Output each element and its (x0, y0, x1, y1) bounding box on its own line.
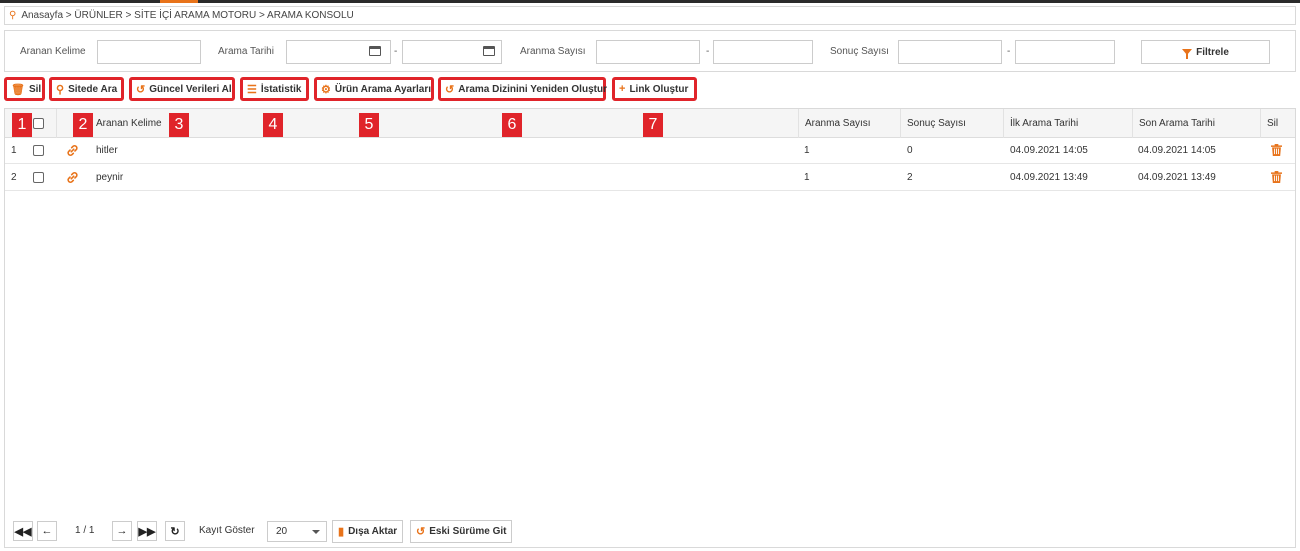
refresh-icon: ↺ (136, 83, 146, 96)
next-page-icon[interactable]: → (112, 521, 132, 541)
keyword-cell: peynir (96, 172, 124, 183)
product-search-settings-button-label: Ürün Arama Ayarları (334, 83, 432, 95)
row-number: 2 (11, 172, 17, 183)
result-count-filter-label: Sonuç Sayısı (830, 46, 889, 57)
refresh-data-button-label: Güncel Verileri Al (149, 83, 232, 95)
top-bar-accent (160, 0, 198, 3)
location-pin-icon: ⚲ (9, 10, 17, 21)
last-page-icon[interactable]: ▶▶ (137, 521, 157, 541)
search-icon: ⚲ (56, 83, 65, 96)
search-count-cell: 1 (804, 145, 810, 156)
search-count-cell: 1 (804, 172, 810, 183)
prev-page-icon[interactable]: ← (37, 521, 57, 541)
link-icon[interactable] (66, 171, 79, 184)
delete-button[interactable]: 🗑 Sil (4, 77, 45, 101)
filter-panel: Aranan Kelime Arama Tarihi - Aranma Sayı… (4, 30, 1296, 72)
create-link-button[interactable]: + Link Oluştur (612, 77, 697, 101)
annotation-badge-3: 3 (169, 113, 189, 137)
first-date-cell: 04.09.2021 13:49 (1010, 172, 1088, 183)
undo-icon: ↺ (416, 526, 426, 538)
annotation-badge-5: 5 (359, 113, 379, 137)
trash-icon[interactable] (1271, 171, 1282, 183)
gear-icon: ⚙ (321, 83, 331, 96)
last-date-cell: 04.09.2021 13:49 (1138, 172, 1216, 183)
rebuild-index-button-label: Arama Dizinini Yeniden Oluştur (458, 83, 607, 95)
chevron-down-icon (312, 530, 320, 534)
annotation-badge-7: 7 (643, 113, 663, 137)
result-count-from-input[interactable] (898, 40, 1002, 64)
search-count-from-input[interactable] (596, 40, 700, 64)
search-count-range-separator: - (706, 46, 710, 57)
result-count-cell: 0 (907, 145, 913, 156)
header-last-date[interactable]: Son Arama Tarihi (1132, 109, 1260, 138)
export-button-label: Dışa Aktar (348, 526, 398, 537)
header-first-date[interactable]: İlk Arama Tarihi (1003, 109, 1131, 138)
filter-button-label: Filtrele (1196, 46, 1229, 58)
keyword-filter-label: Aranan Kelime (20, 46, 86, 57)
first-page-icon[interactable]: ◀◀ (13, 521, 33, 541)
export-button[interactable]: ▮ Dışa Aktar (332, 520, 404, 543)
row-number: 1 (11, 145, 17, 156)
annotation-badge-1: 1 (12, 113, 32, 137)
breadcrumb: ⚲ Anasayfa > ÜRÜNLER > SİTE İÇİ ARAMA MO… (4, 6, 1296, 25)
refresh-icon: ↺ (445, 83, 455, 96)
last-date-cell: 04.09.2021 14:05 (1138, 145, 1216, 156)
old-version-button-label: Eski Sürüme Git (429, 526, 507, 537)
table-row[interactable]: 1 hitler 1 0 04.09.2021 14:05 04.09.2021… (5, 138, 1295, 164)
reload-icon[interactable]: ↻ (165, 521, 185, 541)
link-icon[interactable] (66, 144, 79, 157)
first-date-cell: 04.09.2021 14:05 (1010, 145, 1088, 156)
keyword-cell: hitler (96, 145, 118, 156)
date-filter-label: Arama Tarihi (218, 46, 274, 57)
search-console-grid: Aranan Kelime Aranma Sayısı Sonuç Sayısı… (4, 108, 1296, 548)
statistics-button-label: İstatistik (260, 83, 302, 95)
annotation-badge-4: 4 (263, 113, 283, 137)
annotation-badge-2: 2 (73, 113, 93, 137)
refresh-data-button[interactable]: ↺ Güncel Verileri Al (129, 77, 235, 101)
site-search-button-label: Sitede Ara (68, 83, 118, 95)
list-icon: ☰ (247, 83, 257, 96)
page-size-select[interactable]: 20 (267, 521, 327, 542)
create-link-button-label: Link Oluştur (629, 83, 689, 95)
calendar-icon[interactable] (369, 46, 381, 56)
calendar-icon[interactable] (483, 46, 495, 56)
select-all-checkbox[interactable] (33, 118, 44, 129)
site-search-button[interactable]: ⚲ Sitede Ara (49, 77, 124, 101)
plus-icon: + (619, 83, 626, 95)
page-size-value: 20 (276, 526, 288, 537)
annotation-badge-6: 6 (502, 113, 522, 137)
header-search-count[interactable]: Aranma Sayısı (798, 109, 900, 138)
search-count-to-input[interactable] (713, 40, 813, 64)
file-export-icon: ▮ (338, 526, 345, 538)
trash-icon: 🗑 (11, 83, 25, 96)
top-bar (0, 0, 1300, 3)
row-checkbox[interactable] (33, 172, 44, 183)
result-count-range-separator: - (1007, 46, 1011, 57)
page-info: 1 / 1 (75, 525, 95, 536)
statistics-button[interactable]: ☰ İstatistik (240, 77, 309, 101)
table-row[interactable]: 2 peynir 1 2 04.09.2021 13:49 04.09.2021… (5, 165, 1295, 191)
date-range-separator: - (394, 46, 398, 57)
old-version-button[interactable]: ↺ Eski Sürüme Git (410, 520, 513, 543)
search-count-filter-label: Aranma Sayısı (520, 46, 586, 57)
filter-button[interactable]: Filtrele (1141, 40, 1270, 64)
pagination-bar: ◀◀ ← 1 / 1 → ▶▶ ↻ Kayıt Göster 20 ▮ Dışa… (4, 514, 1296, 548)
product-search-settings-button[interactable]: ⚙ Ürün Arama Ayarları (314, 77, 434, 101)
header-delete: Sil (1260, 109, 1295, 138)
header-keyword[interactable]: Aranan Kelime (90, 109, 798, 138)
row-checkbox[interactable] (33, 145, 44, 156)
header-result-count[interactable]: Sonuç Sayısı (900, 109, 1003, 138)
records-show-label: Kayıt Göster (199, 525, 255, 536)
rebuild-index-button[interactable]: ↺ Arama Dizinini Yeniden Oluştur (438, 77, 607, 101)
keyword-filter-input[interactable] (97, 40, 201, 64)
delete-button-label: Sil (28, 83, 42, 95)
result-count-cell: 2 (907, 172, 913, 183)
funnel-icon (1182, 49, 1193, 59)
breadcrumb-text: Anasayfa > ÜRÜNLER > SİTE İÇİ ARAMA MOTO… (21, 10, 354, 21)
trash-icon[interactable] (1271, 144, 1282, 156)
result-count-to-input[interactable] (1015, 40, 1115, 64)
